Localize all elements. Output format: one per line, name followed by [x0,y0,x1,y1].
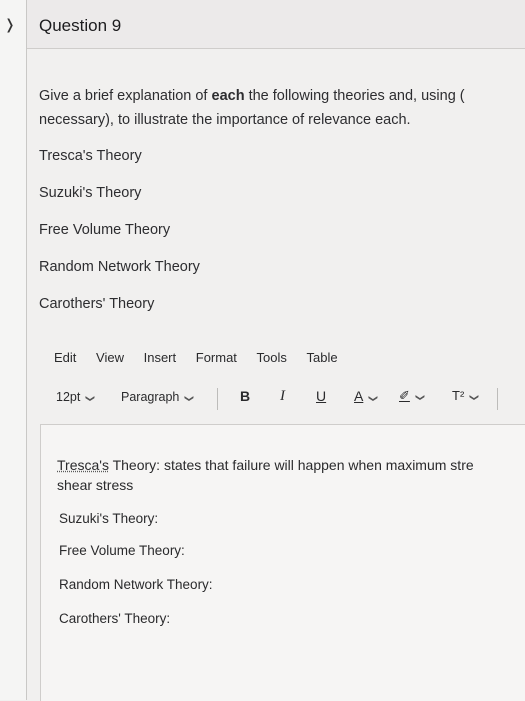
list-item: Suzuki's Theory [39,185,142,201]
answer-line-tresca: Tresca's Theory: states that failure wil… [57,455,474,475]
editor-toolbar: 12pt ❯ Paragraph ❯ B I U A ❯ ✐ ❯ T² ❯ [54,388,525,412]
list-item: Tresca's Theory [39,148,142,164]
superscript-button[interactable]: T² ❯ [452,388,480,403]
editor-menubar: Edit View Insert Format Tools Table [54,350,354,365]
answer-line-tresca-cont: shear stress [57,477,134,493]
bold-button[interactable]: B [240,388,250,404]
chevron-down-icon: ❯ [184,394,195,403]
chevron-down-icon: ❯ [85,394,96,403]
block-format-select[interactable]: Paragraph ❯ [121,390,195,404]
font-size-select[interactable]: 12pt ❯ [56,390,96,404]
highlight-button[interactable]: ✐ ❯ [399,388,426,404]
list-item: Carothers' Theory [39,296,155,312]
prompt-emphasis: each [211,88,245,104]
prompt-text-cont: the following theories and, using ( [244,88,465,104]
menu-tools[interactable]: Tools [257,350,287,365]
superscript-icon: T² [452,388,465,403]
question-title: Question 9 [39,16,122,35]
answer-line-random-network: Random Network Theory: [59,577,213,592]
chevron-right-icon[interactable]: ❭ [4,16,20,32]
prompt-text: Give a brief explanation of [39,88,212,104]
question-prompt: Give a brief explanation of each the fol… [39,84,519,132]
toolbar-divider [497,388,498,410]
menu-table[interactable]: Table [307,350,338,365]
misspelled-word[interactable]: Tresca's [57,457,109,473]
answer-line-suzuki: Suzuki's Theory: [59,511,159,526]
answer-editor[interactable]: Tresca's Theory: states that failure wil… [40,424,525,701]
answer-line-carothers: Carothers' Theory: [59,611,171,626]
text-color-icon: A [354,388,364,404]
prompt-line-2: necessary), to illustrate the importance… [39,112,411,128]
menu-view[interactable]: View [96,350,124,365]
toolbar-divider [217,388,218,410]
list-item: Free Volume Theory [39,222,171,238]
menu-format[interactable]: Format [196,350,237,365]
answer-line-free-volume: Free Volume Theory: [59,543,185,558]
chevron-down-icon: ❯ [368,394,379,403]
theory-list: Tresca's Theory Suzuki's Theory Free Vol… [39,146,200,331]
block-format-value: Paragraph [121,390,180,404]
underline-button[interactable]: U [316,388,326,404]
text-color-button[interactable]: A ❯ [354,388,379,404]
chevron-down-icon: ❯ [415,393,426,402]
list-item: Random Network Theory [39,259,200,275]
question-header: Question 9 [27,0,525,49]
menu-insert[interactable]: Insert [144,350,177,365]
italic-button[interactable]: I [280,388,285,405]
page-margin: ❭ [0,0,27,700]
chevron-down-icon: ❯ [469,393,480,402]
font-size-value: 12pt [56,390,81,404]
highlight-icon: ✐ [399,388,410,403]
menu-edit[interactable]: Edit [54,350,76,365]
answer-text: Theory: states that failure will happen … [108,457,474,473]
